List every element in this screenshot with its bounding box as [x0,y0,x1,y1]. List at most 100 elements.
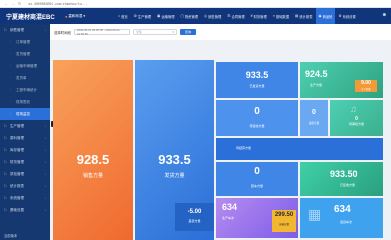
sidebar-item-label: 生产管理 [10,123,24,128]
sidebar-footer: 当前版本 [4,234,18,238]
sidebar-item-6[interactable]: · 现场签收 [0,96,50,108]
back-icon[interactable]: ← [4,1,8,6]
sidebar-item-13[interactable]: □ 统计报表 › [0,180,50,192]
menu-item-1[interactable]: ⚙ 生产管理 [131,8,154,24]
box-icon: ▢ [180,14,184,18]
menu-item-8[interactable]: ▤ 统计报表 [292,8,316,24]
menu-item-10[interactable]: ⚙ 系统设置 [335,8,358,24]
shipped-volume-value: 933.5 [245,70,269,80]
forward-icon[interactable]: → [11,1,15,6]
shipping-trips-tile[interactable]: ▦ 634 发货车次 [300,198,383,238]
sidebar-item-label: 原料管理 [10,135,24,140]
company-switcher[interactable]: ● 嘉和商混 ▾ [63,14,115,19]
sidebar-item-3[interactable]: · 运输车辆管理 [0,60,50,72]
mixer-icon: ◉ [318,14,322,18]
sidebar-item-label: 基础设置 [10,207,24,212]
transport-volume-label: 运输方量 [278,223,289,226]
sidebar-item-2[interactable]: · 发货管理 [0,48,50,60]
menu-item-label: 系统设置 [342,14,356,19]
shipping-trips-value: 634 [334,204,351,215]
transport-volume-tile[interactable]: 299.50 运输方量 [272,210,296,232]
sidebar-item-0[interactable]: □ 销售管理 › [0,24,50,36]
menu-item-4[interactable]: ◎ 销售管理 [201,8,224,24]
sidebar-item-label: 统计报表 [10,183,24,188]
user-icon[interactable]: ☻ [382,12,387,18]
menu-item-label: 运输管理 [161,14,175,19]
sidebar-item-11[interactable]: □ 财务管理 › [0,156,50,168]
sidebar-item-label: 运输车辆管理 [16,63,37,68]
folder-icon: □ [4,136,7,140]
menu-item-label: 合同管理 [231,14,245,19]
sidebar-item-label: 现场签收 [16,99,30,104]
sidebar-item-label: 销售管理 [10,27,24,32]
bullet-icon: · [10,76,12,80]
difference-volume-tile[interactable]: -5.00 差值方量 [175,203,214,231]
cart-icon: ◎ [204,14,208,18]
menu-item-6[interactable]: ¥ 财务管理 [248,8,270,24]
menu-item-7[interactable]: ≡ 基础数据 [270,8,292,24]
browser-toolbar: ← → ↻ sz.4000083001.com/zhaohuo/tu... [0,0,391,8]
bullet-icon: · [10,88,12,92]
sidebar-item-12[interactable]: □ 质检管理 › [0,168,50,180]
sidebar-item-5[interactable]: · 工程车辆统计 [0,84,50,96]
sidebar-item-label: 现场监控 [16,111,30,116]
company-name: 嘉和商混 [68,13,83,18]
production-diff-tile[interactable]: 9.00 生产差量 [355,80,377,92]
sidebar-item-10[interactable]: □ 库存管理 › [0,144,50,156]
bullet-icon: · [10,40,12,44]
pending-review-tile[interactable]: ♫ 0 待审核方量 [330,100,383,136]
site-select[interactable]: 全部 ▾ [132,29,177,35]
sidebar-item-4[interactable]: · 发货单 [0,72,50,84]
returned-volume-tile[interactable]: 0 退货方量 [300,100,328,136]
sidebar-item-label: 发货管理 [16,51,30,56]
menu-item-3[interactable]: ▢ 物资管理 [178,8,202,24]
chevron-right-icon: › [45,196,46,200]
home-icon: ⌂ [118,14,121,18]
menu-item-2[interactable]: ▣ 运输管理 [154,8,178,24]
shipped-volume-tile[interactable]: 933.5 已发货方量 [216,62,298,98]
chevron-right-icon: › [45,148,46,152]
signed-volume-tile[interactable]: 933.50 已签收方量 [300,162,383,196]
menu-item-9[interactable]: ◉ 商品砼 [315,8,336,24]
sidebar-item-1[interactable]: · 订单管理 [0,36,50,48]
bullet-icon: · [10,64,12,68]
folder-icon: □ [4,124,7,128]
folder-icon: □ [4,160,7,164]
sidebar-item-14[interactable]: □ 系统管理 › [0,192,50,204]
shipping-trips-label: 发货车次 [340,220,353,224]
production-trips-label: 生产车次 [222,216,235,220]
query-button[interactable]: 查询 [179,29,196,35]
date-range-input[interactable]: 2020-05-01 00:00:00 - 2020-05-01 23:59:5… [73,28,130,36]
pending-sign-tile[interactable]: 0 待签收方量 [216,100,298,136]
folder-icon: □ [4,196,7,200]
menu-item-5[interactable]: ☰ 合同管理 [224,8,247,24]
signed-volume-value: 933.50 [330,169,358,179]
menu-item-label: 物资管理 [184,14,199,19]
sidebar-item-7[interactable]: · 现场监控 [0,108,50,120]
doc-icon: ☰ [227,14,231,18]
sidebar-item-label: 质检管理 [10,171,24,176]
chevron-right-icon: › [45,160,46,164]
loading-volume-tile[interactable]: 0 装车方量 [216,162,298,196]
main-menu: ⌂ 首页 ⚙ 生产管理 ▣ 运输管理 ▢ 物资管理 ◎ 销售管理 ☰ 合同管理 ¥ 财务管理 ≡ 基础数据 ▤ 统… [115,8,359,24]
sidebar-item-15[interactable]: □ 基础设置 › [0,204,50,216]
sidebar-item-label: 系统管理 [10,195,24,200]
returned-volume-value: 0 [312,109,316,116]
pending-settle-tile[interactable]: 待结算方量 [216,138,383,160]
sidebar-item-9[interactable]: □ 原料管理 › [0,132,50,144]
reload-icon[interactable]: ↻ [18,1,21,6]
production-diff-value: 9.00 [361,80,371,86]
bullet-icon: · [10,52,12,56]
sidebar: □ 销售管理 › · 订单管理 · 发货管理 · 运输车辆管理 · 发货单 · 工程车辆统计 · 现场签收 ·… [0,24,50,240]
menu-item-0[interactable]: ⌂ 首页 [115,8,131,24]
address-bar[interactable]: sz.4000083001.com/zhaohuo/tu... [28,2,87,6]
production-trips-value: 634 [222,202,238,212]
sidebar-item-label: 发货单 [16,75,27,80]
produced-volume-value: 924.5 [305,69,328,79]
factory-icon: ⚙ [133,14,137,18]
chevron-right-icon: › [45,124,46,128]
date-range-label: 选择时间段 [54,30,71,35]
folder-icon: □ [4,208,7,212]
sales-volume-tile[interactable]: 928.5 销售方量 [53,60,133,240]
sidebar-item-8[interactable]: □ 生产管理 › [0,120,50,132]
